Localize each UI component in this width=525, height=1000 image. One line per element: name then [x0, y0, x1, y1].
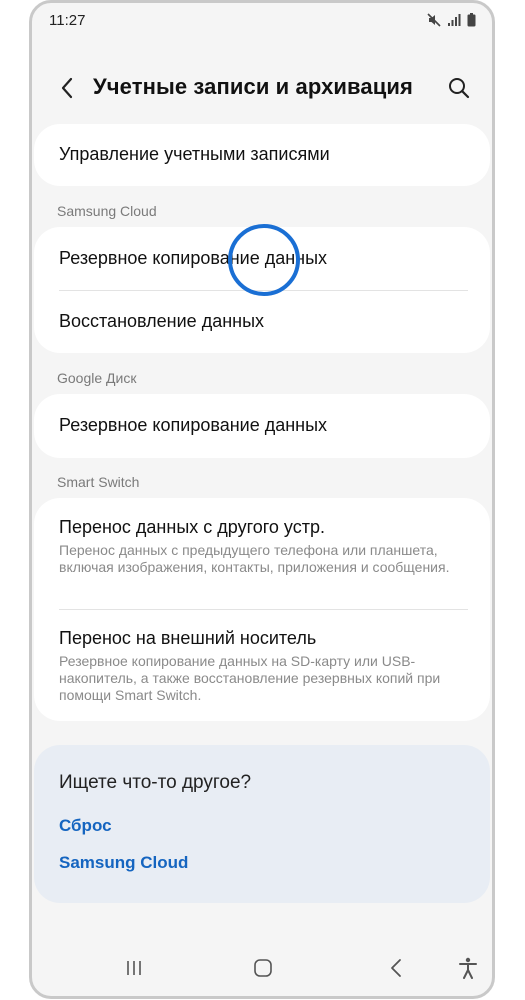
back-nav-button[interactable] [378, 950, 414, 986]
status-bar: 11:27 [32, 3, 492, 37]
back-icon [391, 959, 401, 977]
phone-frame: 11:27 Учетные записи и архивация Управле… [29, 0, 495, 999]
recents-button[interactable] [116, 950, 152, 986]
screen: 11:27 Учетные записи и архивация Управле… [32, 3, 492, 996]
page-title: Учетные записи и архивация [93, 74, 413, 99]
manage-accounts-item[interactable]: Управление учетными записями [34, 124, 490, 186]
smart-switch-card: Перенос данных с другого устр. Перенос д… [34, 498, 490, 721]
section-label-samsung-cloud: Samsung Cloud [57, 203, 157, 219]
smart-switch-external-label: Перенос на внешний носитель [59, 628, 317, 648]
recents-icon [127, 961, 141, 975]
app-header: Учетные записи и архивация [32, 63, 492, 113]
status-time: 11:27 [49, 12, 86, 29]
section-label-smart-switch: Smart Switch [57, 474, 140, 490]
back-arrow-icon [61, 77, 73, 99]
accessibility-icon [459, 957, 477, 979]
home-button[interactable] [245, 950, 281, 986]
suggestions-title: Ищете что-то другое? [59, 772, 252, 793]
manage-accounts-label: Управление учетными записями [59, 144, 330, 164]
battery-icon [467, 13, 476, 32]
samsung-cloud-restore-item[interactable]: Восстановление данных [34, 290, 490, 353]
status-icons [427, 13, 476, 32]
manage-accounts-card: Управление учетными записями [34, 124, 490, 186]
touch-indicator [228, 224, 300, 296]
navigation-bar [32, 940, 492, 996]
google-drive-backup-label: Резервное копирование данных [59, 415, 328, 435]
smart-switch-external-item[interactable]: Перенос на внешний носитель Резервное ко… [34, 609, 490, 721]
samsung-cloud-restore-label: Восстановление данных [59, 311, 265, 331]
accessibility-button[interactable] [450, 950, 486, 986]
google-drive-card: Резервное копирование данных [34, 394, 490, 458]
mute-icon [427, 13, 441, 32]
smart-switch-transfer-description: Перенос данных с предыдущего телефона ил… [59, 542, 450, 575]
section-label-google-drive: Google Диск [57, 370, 137, 386]
smart-switch-transfer-item[interactable]: Перенос данных с другого устр. Перенос д… [34, 498, 490, 609]
suggestions-card: Ищете что-то другое? Сброс Samsung Cloud [34, 745, 490, 903]
search-icon [449, 78, 470, 99]
home-icon [254, 959, 272, 977]
search-button[interactable] [444, 73, 474, 103]
reset-link[interactable]: Сброс [59, 816, 112, 836]
signal-icon [447, 13, 461, 32]
smart-switch-external-description: Резервное копирование данных на SD-карту… [59, 653, 441, 703]
samsung-cloud-link[interactable]: Samsung Cloud [59, 853, 188, 873]
back-button[interactable] [52, 73, 82, 103]
smart-switch-transfer-label: Перенос данных с другого устр. [59, 517, 325, 537]
google-drive-backup-item[interactable]: Резервное копирование данных [34, 394, 490, 458]
